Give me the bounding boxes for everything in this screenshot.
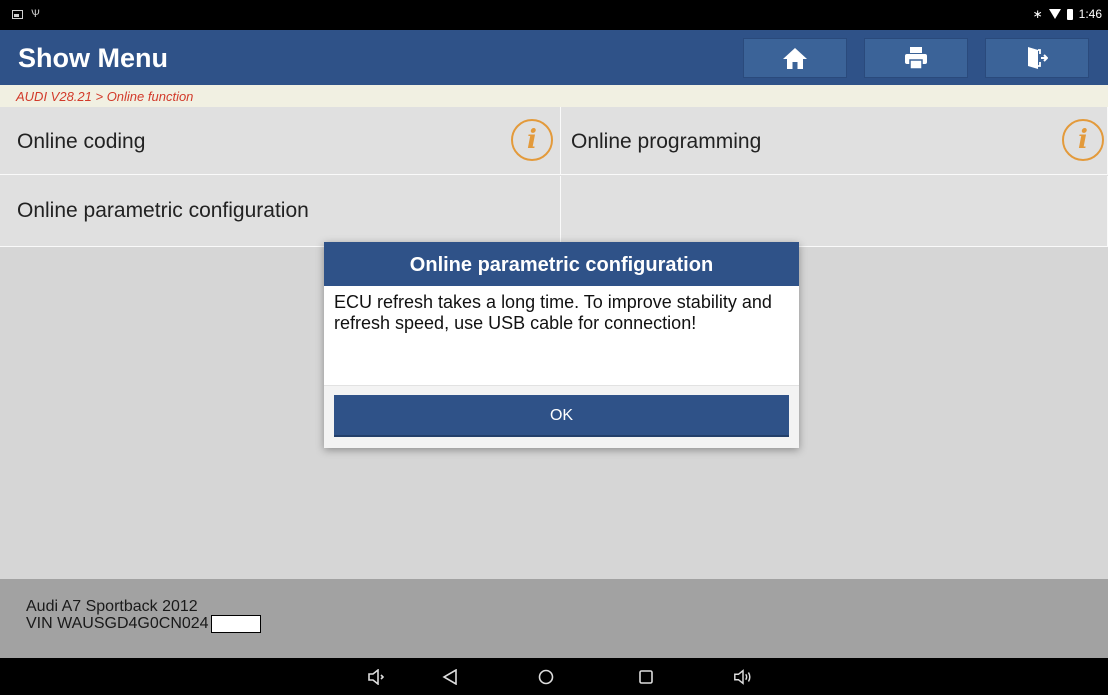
status-bar: Ѱ ∗ 1:46 [0, 0, 1108, 30]
vehicle-info: Audi A7 Sportback 2012 VIN WAUSGD4G0CN02… [26, 599, 261, 633]
volume-down-button[interactable] [367, 667, 387, 687]
usb-icon: Ѱ [31, 8, 40, 20]
function-menu: Online coding i Online programming i Onl… [0, 107, 1108, 247]
menu-item-online-coding[interactable]: Online coding i [0, 107, 561, 175]
battery-icon [1066, 8, 1073, 20]
menu-item-label: Online coding [17, 130, 146, 153]
dialog-message: ECU refresh takes a long time. To improv… [324, 286, 799, 386]
home-circle-icon [538, 669, 554, 685]
menu-item-label: Online programming [571, 130, 762, 153]
home-icon [783, 48, 807, 69]
exit-icon [1028, 47, 1048, 69]
recents-icon [639, 670, 653, 684]
volume-up-icon [734, 669, 751, 685]
info-icon[interactable]: i [1062, 119, 1104, 161]
vehicle-vin: VIN WAUSGD4G0CN024 [26, 615, 209, 632]
dialog-footer: OK [324, 386, 799, 448]
breadcrumb: AUDI V28.21 > Online function [0, 85, 1108, 107]
android-nav-bar [0, 658, 1108, 695]
vin-redaction [210, 615, 261, 633]
app-header: Show Menu [0, 30, 1108, 85]
page-title: Show Menu [18, 43, 168, 73]
vehicle-info-bar: Audi A7 Sportback 2012 VIN WAUSGD4G0CN02… [0, 579, 1108, 658]
print-icon [905, 47, 927, 70]
bluetooth-icon: ∗ [1032, 7, 1043, 21]
recents-button[interactable] [636, 667, 656, 687]
home-nav-button[interactable] [536, 667, 556, 687]
menu-item-online-parametric-configuration[interactable]: Online parametric configuration [0, 176, 561, 247]
wifi-icon [1048, 9, 1061, 19]
vehicle-model: Audi A7 Sportback 2012 [26, 598, 198, 615]
menu-item-empty [561, 176, 1108, 247]
ok-button[interactable]: OK [334, 395, 789, 437]
home-button[interactable] [743, 38, 847, 78]
menu-item-label: Online parametric configuration [17, 199, 309, 222]
dialog-title: Online parametric configuration [324, 242, 799, 286]
print-button[interactable] [864, 38, 968, 78]
menu-item-online-programming[interactable]: Online programming i [561, 107, 1108, 175]
back-button[interactable] [440, 667, 460, 687]
volume-down-icon [368, 669, 385, 685]
gallery-notification-icon [12, 9, 23, 19]
alert-dialog: Online parametric configuration ECU refr… [324, 242, 799, 448]
info-icon[interactable]: i [511, 119, 553, 161]
clock: 1:46 [1078, 7, 1102, 21]
exit-button[interactable] [985, 38, 1089, 78]
volume-up-button[interactable] [733, 667, 753, 687]
back-icon [442, 669, 457, 685]
